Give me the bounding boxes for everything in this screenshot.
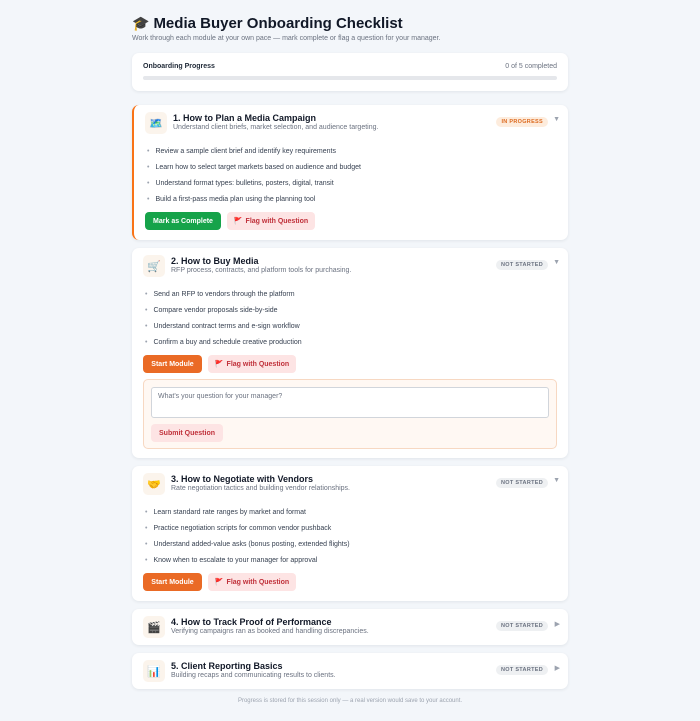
chevron-down-icon[interactable]: ▼ — [553, 116, 560, 123]
chevron-down-icon[interactable]: ▼ — [553, 477, 560, 484]
question-input[interactable] — [151, 387, 549, 418]
task-item: • Send an RFP to vendors through the plat… — [145, 291, 295, 298]
start-module-button[interactable]: Start Module — [143, 355, 202, 373]
progress-label: Onboarding Progress — [143, 63, 215, 70]
module-card-buy-media: 🛒 2. How to Buy Media RFP process, contr… — [132, 248, 568, 458]
page-title: 🎓 Media Buyer Onboarding Checklist — [132, 15, 403, 32]
chevron-down-icon[interactable]: ▼ — [553, 259, 560, 266]
task-item: • Learn how to select target markets base… — [147, 164, 361, 171]
status-badge: NOT STARTED — [495, 621, 548, 631]
page-subtitle: Work through each module at your own pac… — [132, 35, 441, 42]
status-badge: IN PROGRESS — [496, 117, 548, 127]
module-description: Rate negotiation tactics and building ve… — [171, 485, 351, 492]
task-item: • Build a first-pass media plan using the… — [147, 196, 316, 203]
task-item: • Understand format types: bulletins, pos… — [147, 180, 334, 187]
flag-question-button[interactable]: 🚩 Flag with Question — [227, 212, 315, 230]
module-title[interactable]: 1. How to Plan a Media Campaign — [173, 113, 316, 123]
flag-icon: 🚩 — [214, 579, 224, 586]
progress-card: Onboarding Progress 0 of 5 completed — [132, 53, 568, 91]
task-item: • Learn standard rate ranges by market an… — [145, 509, 306, 516]
flag-question-button[interactable]: 🚩 Flag with Question — [208, 355, 296, 373]
module-title[interactable]: 4. How to Track Proof of Performance — [171, 617, 332, 627]
module-description: Building recaps and communicating result… — [171, 672, 336, 679]
task-list: • Send an RFP to vendors through the plat… — [145, 287, 302, 351]
footer-note: Progress is stored for this session only… — [237, 698, 463, 704]
bar-chart-icon: 📊 — [143, 660, 165, 682]
status-badge: NOT STARTED — [495, 478, 548, 488]
mark-complete-button[interactable]: Mark as Complete — [145, 212, 221, 230]
flag-icon: 🚩 — [233, 218, 243, 225]
task-item: • Compare vendor proposals side-by-side — [145, 307, 278, 314]
task-item: • Review a sample client brief and identi… — [147, 148, 336, 155]
chevron-right-icon[interactable]: ▶ — [555, 664, 560, 672]
start-module-button[interactable]: Start Module — [143, 573, 202, 591]
module-description: Understand client briefs, market selecti… — [173, 124, 379, 131]
submit-question-button[interactable]: Submit Question — [151, 424, 223, 442]
page-title-text: Media Buyer Onboarding Checklist — [153, 15, 403, 32]
question-form: Submit Question — [143, 379, 557, 449]
chevron-right-icon[interactable]: ▶ — [555, 620, 560, 628]
module-title[interactable]: 3. How to Negotiate with Vendors — [171, 474, 313, 484]
handshake-icon: 🤝 — [143, 473, 165, 495]
graduation-cap-icon: 🎓 — [132, 15, 150, 31]
status-badge: NOT STARTED — [495, 260, 548, 270]
shopping-cart-icon: 🛒 — [143, 255, 165, 277]
module-description: RFP process, contracts, and platform too… — [171, 267, 352, 274]
clapperboard-icon: 🎬 — [143, 616, 165, 638]
progress-count: 0 of 5 completed — [505, 63, 557, 70]
module-description: Verifying campaigns ran as booked and ha… — [171, 628, 369, 635]
module-card-negotiate: 🤝 3. How to Negotiate with Vendors Rate … — [132, 466, 568, 601]
task-item: • Confirm a buy and schedule creative pro… — [145, 339, 302, 346]
flag-question-button[interactable]: 🚩 Flag with Question — [208, 573, 296, 591]
task-item: • Know when to escalate to your manager f… — [145, 557, 318, 564]
module-card-proof-of-performance[interactable]: 🎬 4. How to Track Proof of Performance V… — [132, 609, 568, 645]
progress-bar — [143, 76, 557, 80]
task-item: • Understand added-value asks (bonus post… — [145, 541, 350, 548]
module-title[interactable]: 5. Client Reporting Basics — [171, 661, 283, 671]
task-list: • Review a sample client brief and identi… — [147, 144, 361, 208]
map-icon: 🗺️ — [145, 112, 167, 134]
task-item: • Practice negotiation scripts for common… — [145, 525, 332, 532]
task-list: • Learn standard rate ranges by market an… — [145, 505, 350, 569]
status-badge: NOT STARTED — [495, 665, 548, 675]
module-title[interactable]: 2. How to Buy Media — [171, 256, 259, 266]
module-card-plan-campaign: 🗺️ 1. How to Plan a Media Campaign Under… — [132, 105, 568, 240]
module-card-client-reporting[interactable]: 📊 5. Client Reporting Basics Building re… — [132, 653, 568, 689]
task-item: • Understand contract terms and e-sign wo… — [145, 323, 300, 330]
flag-icon: 🚩 — [214, 361, 224, 368]
